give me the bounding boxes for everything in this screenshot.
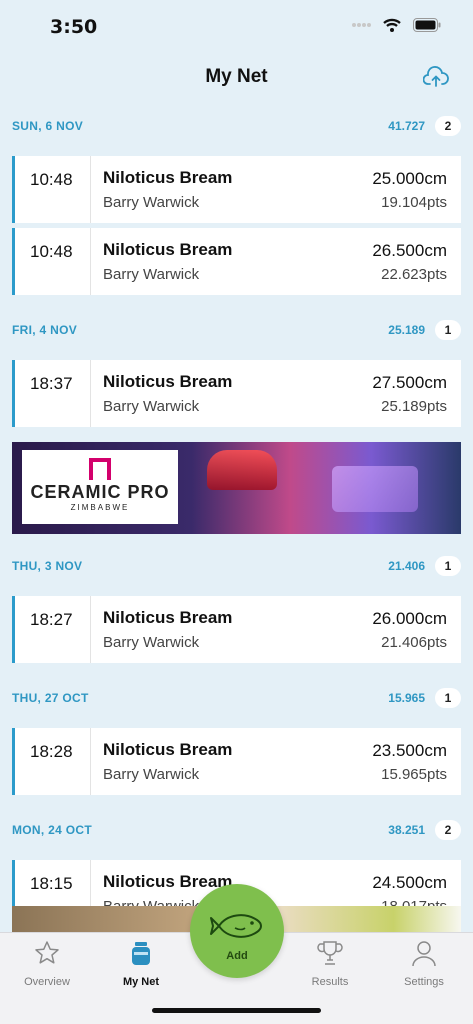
page-title: My Net	[205, 66, 268, 87]
trophy-icon	[317, 941, 343, 965]
day-header: THU, 3 NOV 21.406 1	[0, 544, 473, 588]
ad-brand: CERAMIC PRO	[30, 482, 170, 502]
catch-details: Niloticus Bream Barry Warwick 27.500cm 2…	[91, 360, 461, 427]
day-header: THU, 27 OCT 15.965 1	[0, 676, 473, 720]
day-date: THU, 27 OCT	[12, 691, 89, 705]
catch-length: 26.500cm	[372, 241, 447, 260]
day-total: 38.251	[388, 823, 425, 837]
star-icon	[35, 941, 59, 964]
catch-list: 10:48 Niloticus Bream Barry Warwick 25.0…	[0, 148, 473, 308]
day-date: SUN, 6 NOV	[12, 119, 84, 133]
day-header: SUN, 6 NOV 41.727 2	[0, 104, 473, 148]
catch-length: 27.500cm	[372, 373, 447, 392]
tab-overview-label: Overview	[24, 976, 70, 988]
day-header: FRI, 4 NOV 25.189 1	[0, 308, 473, 352]
day-total: 15.965	[388, 691, 425, 705]
catch-points: 22.623pts	[381, 266, 447, 283]
day-count-badge: 1	[435, 556, 461, 576]
day-count-badge: 2	[435, 116, 461, 136]
person-icon	[412, 941, 436, 967]
day-count-badge: 1	[435, 320, 461, 340]
day-total: 21.406	[388, 559, 425, 573]
ad-logo: CERAMIC PRO ZIMBABWE	[22, 450, 178, 524]
tab-settings-label: Settings	[404, 976, 444, 988]
tab-results-label: Results	[311, 976, 349, 988]
catch-length: 23.500cm	[372, 741, 447, 760]
catch-time: 10:48	[15, 228, 91, 295]
catch-row[interactable]: 10:48 Niloticus Bream Barry Warwick 26.5…	[12, 228, 461, 295]
catch-time: 18:28	[15, 728, 91, 795]
catch-length: 25.000cm	[372, 169, 447, 188]
day-count-badge: 2	[435, 820, 461, 840]
catch-row[interactable]: 18:37 Niloticus Bream Barry Warwick 27.5…	[12, 360, 461, 427]
tab-results[interactable]: Results	[283, 939, 377, 988]
ad-image-taillight	[207, 450, 277, 490]
cloud-upload-icon[interactable]	[423, 66, 449, 88]
catch-list: 18:28 Niloticus Bream Barry Warwick 23.5…	[0, 720, 473, 808]
signal-icon	[352, 23, 371, 27]
wifi-icon	[383, 18, 401, 32]
catch-row[interactable]: 10:48 Niloticus Bream Barry Warwick 25.0…	[12, 156, 461, 223]
catch-list: 18:37 Niloticus Bream Barry Warwick 27.5…	[0, 352, 473, 440]
add-catch-label: Add	[226, 950, 248, 962]
catch-length: 26.000cm	[372, 609, 447, 628]
catch-points: 21.406pts	[381, 634, 447, 651]
add-catch-button[interactable]: Add	[190, 884, 284, 978]
status-bar: 3:50	[0, 0, 473, 56]
day-date: MON, 24 OCT	[12, 823, 92, 837]
catch-time: 10:48	[15, 156, 91, 223]
status-time: 3:50	[50, 16, 98, 38]
day-date: FRI, 4 NOV	[12, 323, 78, 337]
catch-time: 18:37	[15, 360, 91, 427]
jar-icon	[132, 942, 150, 965]
day-header: MON, 24 OCT 38.251 2	[0, 808, 473, 852]
ad-banner[interactable]: CERAMIC PRO ZIMBABWE	[12, 442, 461, 534]
catch-row[interactable]: 18:27 Niloticus Bream Barry Warwick 26.0…	[12, 596, 461, 663]
catch-details: Niloticus Bream Barry Warwick 26.000cm 2…	[91, 596, 461, 663]
catch-length: 24.500cm	[372, 873, 447, 892]
tab-mynet[interactable]: My Net	[94, 939, 188, 988]
catch-list: 18:27 Niloticus Bream Barry Warwick 26.0…	[0, 588, 473, 676]
tab-settings[interactable]: Settings	[377, 939, 471, 988]
ad-logo-mark	[89, 458, 111, 480]
status-icons	[351, 18, 441, 32]
catch-details: Niloticus Bream Barry Warwick 26.500cm 2…	[91, 228, 461, 295]
catch-points: 15.965pts	[381, 766, 447, 783]
ad-image-plate	[332, 466, 418, 512]
ad-sub: ZIMBABWE	[70, 503, 130, 512]
fish-icon	[210, 914, 263, 938]
home-indicator	[152, 1008, 321, 1013]
nav-bar: My Net	[0, 56, 473, 100]
tab-overview[interactable]: Overview	[0, 939, 94, 988]
catch-row[interactable]: 18:28 Niloticus Bream Barry Warwick 23.5…	[12, 728, 461, 795]
tab-mynet-label: My Net	[122, 976, 160, 988]
catch-time: 18:27	[15, 596, 91, 663]
catch-details: Niloticus Bream Barry Warwick 25.000cm 1…	[91, 156, 461, 223]
day-date: THU, 3 NOV	[12, 559, 83, 573]
day-total: 41.727	[388, 119, 425, 133]
catch-points: 25.189pts	[381, 398, 447, 415]
catch-points: 19.104pts	[381, 194, 447, 211]
day-total: 25.189	[388, 323, 425, 337]
battery-icon	[413, 18, 441, 32]
catch-feed: SUN, 6 NOV 41.727 2 10:48 Niloticus Brea…	[0, 104, 473, 940]
day-count-badge: 1	[435, 688, 461, 708]
catch-details: Niloticus Bream Barry Warwick 23.500cm 1…	[91, 728, 461, 795]
